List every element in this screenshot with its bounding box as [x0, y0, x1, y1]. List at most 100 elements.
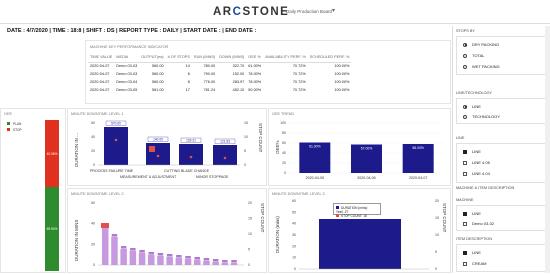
- trend-ytick: 40: [282, 151, 286, 155]
- table-cell: 560.00: [151, 72, 164, 76]
- table-cell: 78.00%: [248, 72, 262, 76]
- table-cell: 560.00: [151, 64, 164, 69]
- lvl1-ytick: 40: [91, 135, 95, 139]
- lvl1-ylabel: DURATION IN ...: [74, 133, 79, 167]
- table-cell: 100.00%: [334, 80, 350, 84]
- checkbox-demo-0302[interactable]: Demo 03-02: [463, 221, 494, 226]
- line-tech-heading: LINE/TECHNOLOGY: [456, 91, 493, 95]
- sidebar-scrollbar[interactable]: [545, 26, 550, 273]
- table-row[interactable]: 2020-04-07 Demo 03-05 561.00 17 781.24 452.10…: [88, 86, 351, 94]
- lvl2-bar: [129, 251, 137, 265]
- lvl1-bar: [213, 145, 237, 165]
- lvl2-bar: [194, 260, 201, 265]
- column-header[interactable]: RUN (MINS): [191, 53, 218, 63]
- lvl1-stop-point: [189, 155, 193, 159]
- column-header[interactable]: AVAILABILITY PERF. %: [263, 53, 308, 63]
- lvl2-y2label: STOP COUNT: [260, 203, 265, 233]
- lvl2-data-label-box: [194, 257, 200, 260]
- table-row[interactable]: 2020-04-07 Demo 03-04 560.00 8 776.00 283.97 7…: [88, 78, 351, 86]
- lvl2-data-label-box: [185, 256, 191, 259]
- checkbox-line-405[interactable]: LINE 4.05: [463, 160, 490, 165]
- radio-line[interactable]: LINE: [463, 104, 481, 109]
- filter-sidebar: STOPS BY DRY PACKING TOTAL WET PACKING L…: [452, 26, 550, 273]
- lvl1-data-label: 129.21: [186, 138, 196, 142]
- kpi-table-title: MACHINE KEY PERFORMANCE INDICATOR: [90, 45, 169, 49]
- table-row[interactable]: 2020-04-07 Demo 03-03 560.00 6 790.00 152.00 7…: [88, 70, 351, 78]
- table-cell: 78.00%: [248, 80, 262, 84]
- lvl2-ytick: 20: [91, 242, 95, 246]
- lvl2-bar: [212, 262, 219, 265]
- chevron-down-icon[interactable]: ▾: [332, 7, 335, 14]
- table-cell: Demo 03-03: [116, 72, 138, 76]
- lvl2-ytick: 0: [93, 263, 95, 267]
- column-header[interactable]: DOWN (MINS): [217, 53, 247, 63]
- checkbox-line-404[interactable]: LINE 4.04: [463, 171, 490, 176]
- column-header[interactable]: TIME VALUE: [88, 53, 115, 63]
- oee-plan-label: 59.94%: [46, 227, 58, 231]
- lvl2-bar: [157, 256, 164, 265]
- lvl2-chart: 0 20 40 60 0 5 10 15 20: [91, 201, 252, 267]
- table-cell: 70.72%: [292, 64, 306, 69]
- trend-ytick: 0: [284, 171, 286, 175]
- radio-technology[interactable]: TECHNOLOGY: [463, 114, 500, 119]
- lvl2-ytick: 40: [91, 222, 95, 226]
- arcstone-logo: ARCSTONE: [213, 6, 290, 18]
- lvl2-data-label-box: [166, 254, 173, 257]
- table-cell: 70.72%: [292, 72, 306, 76]
- table-cell: 776.00: [203, 80, 216, 84]
- radio-total[interactable]: TOTAL: [463, 53, 485, 58]
- table-cell: 152.00: [232, 72, 245, 76]
- lvl3-y2label: STOP COUNT: [442, 203, 447, 233]
- lvl1-stop-point: [114, 138, 118, 142]
- lvl2-data-label-box: [231, 260, 237, 263]
- lvl3-ylabel: DURATION (mins): [275, 216, 280, 253]
- column-header[interactable]: SCHEDULED PERF. %: [307, 53, 352, 63]
- lvl3-ytick: 0: [294, 267, 296, 271]
- lvl3-y2tick: 10: [435, 233, 439, 237]
- lvl1-y2tick: 5: [244, 149, 246, 153]
- checkbox-line[interactable]: LINE: [463, 149, 481, 154]
- lvl2-data-label-box: [212, 259, 219, 262]
- lvl1-bar: [179, 144, 203, 165]
- trend-ytick: 60: [282, 141, 286, 145]
- lvl3-ytick: 50: [292, 210, 296, 214]
- lvl2-data-label-box: [120, 246, 127, 249]
- table-cell: 100.00%: [334, 64, 350, 69]
- lvl3-y2tick: 20: [435, 199, 439, 203]
- lvl1-bar: [104, 127, 128, 165]
- table-cell: 100.00%: [334, 72, 350, 76]
- lvl3-y2tick: 0: [435, 267, 437, 271]
- lvl1-stop-point: [223, 156, 227, 160]
- lvl3-tooltip: DURATION (mins): Yes0..27 STOP COUNT: 18: [333, 203, 381, 218]
- table-cell: 2020-04-07: [90, 80, 110, 84]
- column-header[interactable]: OUTPUT(ea): [139, 53, 166, 63]
- line-heading: LINE: [456, 136, 465, 140]
- table-cell: 283.97: [232, 80, 245, 84]
- legend-item-stop: STOP: [7, 128, 22, 132]
- column-header[interactable]: OEE %: [246, 53, 264, 63]
- column-header[interactable]: MEDIA: [114, 53, 140, 63]
- lvl1-cat-1: CUTTING BLADE CHANGE: [164, 169, 210, 173]
- checkbox-item-line[interactable]: LINE: [463, 250, 481, 255]
- machine-item-heading: MACHINE & ITEM DESCRIPTION: [456, 186, 515, 190]
- trend-ytick: 20: [282, 161, 286, 165]
- table-cell: 790.00: [203, 72, 216, 76]
- radio-wet-packing[interactable]: WET PACKING: [463, 64, 500, 69]
- lvl2-bar: [184, 259, 192, 265]
- oee-panel: OEE PLAN STOP 40.06% 59.94%: [0, 108, 66, 273]
- lvl1-marker: [149, 146, 155, 152]
- column-header[interactable]: # OF STOPS: [165, 53, 192, 63]
- lvl3-y2tick: 15: [435, 216, 439, 220]
- table-cell: 452.10: [232, 88, 245, 92]
- downtime-level3-panel: MINUTE DOWNTIME LEVEL 3 0 10 20 30 40 50 60 0 5 1…: [268, 188, 451, 273]
- checkbox-cream[interactable]: CREAM: [463, 261, 486, 266]
- line-box: LINE LINE 4.05 LINE 4.04: [456, 143, 546, 183]
- downtime-level1-panel: MINUTE DOWNTIME LEVEL 1 0 20 40 60 0 5 10 15 570…: [67, 108, 267, 186]
- table-row[interactable]: 2020-04-07 Demo 03-03 560.00 14 780.00 322.70…: [88, 62, 351, 70]
- tooltip-stop-count: STOP COUNT: 18: [336, 213, 378, 218]
- lvl1-data-label: 121.63: [220, 139, 230, 143]
- trend-data-label: 61.00%: [309, 145, 321, 149]
- table-cell: 561.00: [151, 88, 164, 92]
- radio-dry-packing[interactable]: DRY PACKING: [463, 42, 499, 47]
- checkbox-machine-line[interactable]: LINE: [463, 211, 481, 216]
